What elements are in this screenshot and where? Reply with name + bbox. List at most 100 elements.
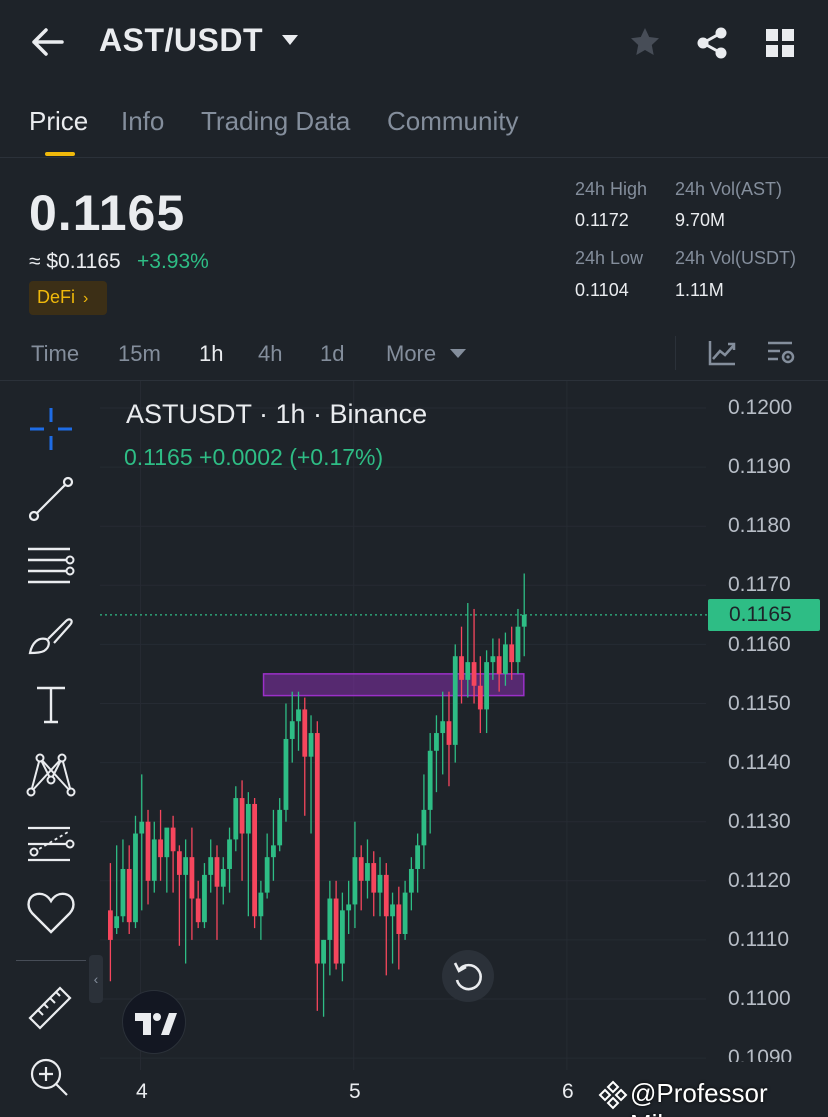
trend-line-icon[interactable]: [28, 476, 74, 522]
collapse-toolbar-button[interactable]: ‹: [89, 955, 103, 1003]
zoom-in-icon[interactable]: [28, 1056, 70, 1098]
candle-body: [377, 874, 383, 893]
candle-body: [189, 857, 195, 899]
candle-body: [434, 733, 439, 751]
tradingview-logo[interactable]: [122, 990, 186, 1054]
y-tick-label: 0.1090: [728, 1046, 793, 1062]
text-tool-icon[interactable]: [34, 684, 68, 726]
active-tab-indicator: [45, 152, 75, 156]
tab-price[interactable]: Price: [29, 106, 88, 137]
back-arrow-icon[interactable]: [30, 26, 66, 58]
high-value: 0.1172: [575, 210, 629, 230]
candle-body: [296, 709, 301, 722]
divider: [675, 336, 676, 370]
candle-body: [164, 827, 170, 858]
candle-body: [176, 851, 182, 875]
crosshair-icon[interactable]: [28, 406, 74, 452]
tf-15m[interactable]: 15m: [118, 341, 161, 367]
candle-body: [252, 803, 258, 917]
tab-trading-data[interactable]: Trading Data: [201, 106, 350, 137]
pattern-tool-icon[interactable]: [26, 750, 76, 798]
toolbar-divider: [16, 960, 86, 961]
y-tick-label: 0.1150: [728, 692, 791, 715]
tf-time[interactable]: Time: [31, 341, 79, 367]
grid-menu-icon[interactable]: [765, 28, 795, 58]
candle-body: [214, 857, 220, 887]
candle-body: [477, 685, 483, 710]
candle-body: [415, 845, 421, 869]
x-tick-label: 5: [349, 1080, 361, 1103]
candle-body: [264, 857, 270, 893]
candle-body: [170, 827, 176, 852]
candle-body: [151, 839, 157, 881]
current-price-label: 0.1165: [729, 603, 792, 626]
tf-1h[interactable]: 1h: [199, 341, 223, 367]
last-price: 0.1165: [29, 185, 186, 241]
candle-body: [339, 910, 345, 964]
low-value: 0.1104: [575, 280, 629, 300]
chart-settings-icon[interactable]: [766, 339, 796, 367]
brush-icon[interactable]: [26, 613, 76, 657]
candle-body: [271, 845, 276, 858]
reset-chart-button[interactable]: [442, 950, 494, 1002]
tf-1d[interactable]: 1d: [320, 341, 344, 367]
candle-body: [308, 733, 314, 757]
candle-body: [459, 656, 464, 680]
x-tick-label: 6: [562, 1080, 574, 1103]
candle-body: [421, 809, 427, 846]
tf-4h[interactable]: 4h: [258, 341, 282, 367]
vol-base-label: 24h Vol(AST): [675, 179, 783, 199]
chart-legend-values: 0.1165 +0.0002 (+0.17%): [124, 444, 384, 470]
candle-body: [496, 656, 502, 674]
candle-body: [158, 839, 163, 858]
category-tag-label: DeFi: [37, 287, 76, 307]
usd-price: ≈ $0.1165: [29, 250, 121, 273]
tab-community[interactable]: Community: [387, 106, 518, 137]
caret-down-icon[interactable]: [282, 35, 298, 45]
candle-body: [371, 863, 377, 893]
candle-body: [108, 910, 113, 940]
share-icon[interactable]: [695, 26, 729, 60]
price-change: +3.93%: [137, 250, 209, 273]
watermark: @Professor Mike: [630, 1078, 768, 1117]
y-tick-label: 0.1120: [728, 869, 791, 892]
tf-more[interactable]: More: [386, 341, 436, 367]
candle-body: [490, 656, 496, 663]
y-tick-label: 0.1160: [728, 633, 791, 656]
candle-body: [484, 662, 489, 710]
candle-body: [333, 898, 339, 964]
candle-body: [145, 821, 151, 881]
pair-selector[interactable]: AST/USDT: [99, 22, 263, 59]
candle-body: [352, 857, 358, 905]
vol-quote-label: 24h Vol(USDT): [675, 248, 797, 268]
tradingview-logo-icon: [135, 1013, 177, 1035]
candle-body: [220, 868, 226, 887]
favorites-heart-icon[interactable]: [26, 890, 76, 936]
prediction-tool-icon[interactable]: [26, 822, 76, 866]
x-tick-label: 4: [136, 1080, 148, 1103]
candle-body: [202, 874, 207, 923]
candle-body: [283, 738, 289, 810]
y-tick-label: 0.1200: [728, 396, 793, 419]
star-icon[interactable]: [629, 26, 661, 58]
candle-body: [390, 904, 395, 917]
candle-body: [133, 833, 138, 923]
candle-body: [503, 644, 508, 674]
candle-body: [346, 904, 352, 911]
candle-body: [208, 857, 214, 875]
ruler-icon[interactable]: [26, 984, 74, 1032]
tab-info[interactable]: Info: [121, 106, 164, 137]
candle-body: [183, 857, 189, 875]
y-tick-label: 0.1100: [728, 987, 791, 1010]
fib-lines-icon[interactable]: [26, 545, 76, 589]
candle-body: [471, 662, 477, 686]
reload-icon: [453, 962, 482, 991]
candle-body: [245, 803, 251, 834]
candle-body: [195, 898, 201, 923]
y-tick-label: 0.1110: [728, 928, 790, 951]
candle-body: [383, 874, 389, 917]
indicator-icon[interactable]: [707, 339, 737, 367]
more-caret-icon[interactable]: [450, 349, 466, 358]
candle-body: [402, 892, 408, 934]
candle-body: [440, 721, 446, 734]
